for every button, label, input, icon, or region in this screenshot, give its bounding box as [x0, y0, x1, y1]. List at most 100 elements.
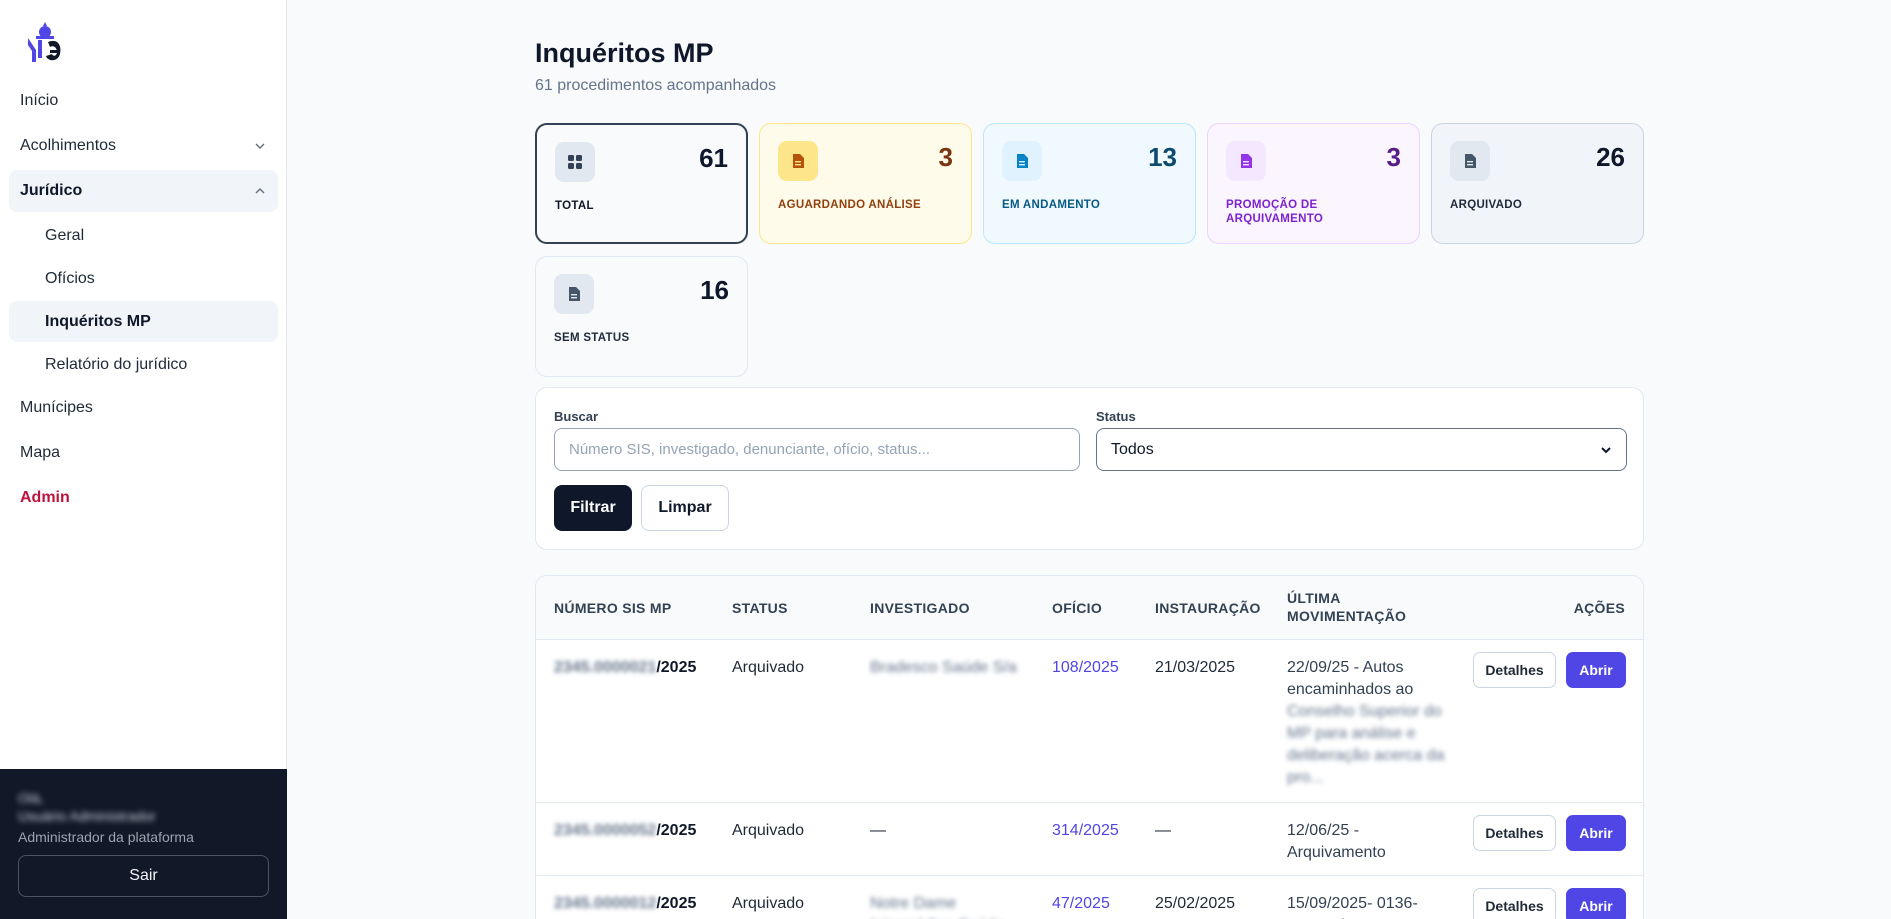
status-select[interactable]: Todos — [1096, 428, 1627, 471]
oficio-link[interactable]: 108/2025 — [1052, 657, 1119, 679]
status-cell: Arquivado — [732, 895, 805, 912]
movimentacao-text-blurred: Conselho Superior do MP para análise e d… — [1287, 703, 1445, 786]
status-cell: Arquivado — [732, 822, 805, 839]
card-label: EM ANDAMENTO — [1002, 199, 1101, 211]
instauracao-cell: 25/02/2025 — [1155, 895, 1236, 912]
sidebar-nav: Início Acolhimentos Jurídico Geral Ofíci… — [9, 80, 278, 522]
sidebar: Início Acolhimentos Jurídico Geral Ofíci… — [0, 0, 287, 919]
sidebar-item-label: Início — [20, 92, 59, 109]
sidebar-item-label: Jurídico — [20, 182, 83, 199]
sidebar-item-label: Munícipes — [20, 399, 93, 416]
sidebar-item-inicio[interactable]: Início — [9, 80, 278, 122]
card-value: 16 — [700, 275, 729, 305]
sidebar-subitem-relatorio[interactable]: Relatório do jurídico — [9, 344, 278, 385]
card-value: 3 — [938, 142, 953, 172]
open-button[interactable]: Abrir — [1566, 815, 1626, 851]
oficio-link[interactable]: 47/2025 — [1052, 893, 1110, 915]
ultima-movimentacao-cell: 12/06/25 - Arquivamento — [1287, 822, 1386, 861]
numero-prefix: 2345.0000021 — [554, 659, 657, 676]
document-icon — [1002, 141, 1042, 181]
status-label: Status — [1096, 409, 1136, 424]
sidebar-subitem-label: Geral — [45, 226, 85, 244]
document-icon — [1450, 141, 1490, 181]
sidebar-item-juridico[interactable]: Jurídico — [9, 170, 278, 212]
oficio-link[interactable]: 314/2025 — [1052, 820, 1119, 842]
card-label: ARQUIVADO — [1450, 199, 1523, 211]
user-role: Administrador da plataforma — [18, 829, 194, 845]
instauracao-cell: 21/03/2025 — [1155, 659, 1236, 676]
column-header-status: STATUS — [732, 600, 788, 616]
movimentacao-text: 22/09/25 - Autos encaminhados ao — [1287, 659, 1414, 698]
numero-sis-cell: 2345.0000021/2025 — [554, 657, 696, 679]
card-sem-status[interactable]: 16 SEM STATUS — [535, 256, 748, 377]
status-cell: Arquivado — [732, 659, 805, 676]
chevron-up-icon — [255, 187, 265, 194]
column-header-numero: NÚMERO SIS MP — [554, 600, 672, 616]
numero-suffix: /2025 — [656, 895, 697, 912]
card-value: 13 — [1148, 142, 1177, 172]
grid-icon — [555, 142, 595, 182]
logout-button[interactable]: Sair — [18, 855, 269, 897]
sidebar-subitem-geral[interactable]: Geral — [9, 215, 278, 256]
user-greeting: Olá, — [18, 790, 44, 806]
sidebar-item-acolhimentos[interactable]: Acolhimentos — [9, 125, 278, 167]
search-input[interactable] — [554, 428, 1080, 471]
investigado-cell: Notre Dame Intermédica Saúde — [870, 895, 1004, 919]
numero-prefix: 2345.0000052 — [554, 822, 657, 839]
clear-button[interactable]: Limpar — [641, 485, 729, 531]
sidebar-item-mapa[interactable]: Mapa — [9, 432, 278, 474]
card-label: PROMOÇÃO DE ARQUIVAMENTO — [1226, 199, 1324, 225]
instauracao-cell: — — [1155, 822, 1171, 839]
numero-sis-cell: 2345.0000052/2025 — [554, 820, 696, 842]
sidebar-item-municipes[interactable]: Munícipes — [9, 387, 278, 429]
search-label: Buscar — [554, 409, 599, 424]
card-value: 3 — [1386, 142, 1401, 172]
numero-suffix: /2025 — [656, 822, 697, 839]
numero-suffix: /2025 — [656, 659, 697, 676]
brand-logo-icon[interactable] — [26, 20, 64, 64]
sidebar-subitem-oficios[interactable]: Ofícios — [9, 258, 278, 299]
numero-sis-cell: 2345.0000012/2025 — [554, 893, 696, 915]
card-em-andamento[interactable]: 13 EM ANDAMENTO — [983, 123, 1196, 244]
card-arquivado[interactable]: 26 ARQUIVADO — [1431, 123, 1644, 244]
document-icon — [554, 274, 594, 314]
open-button[interactable]: Abrir — [1566, 888, 1626, 919]
card-aguardando-analise[interactable]: 3 AGUARDANDO ANÁLISE — [759, 123, 972, 244]
card-total[interactable]: 61 TOTAL — [535, 123, 748, 244]
sidebar-subitem-label: Inquéritos MP — [45, 312, 151, 330]
inqueritos-table: NÚMERO SIS MP STATUS INVESTIGADO OFÍCIO … — [535, 575, 1644, 919]
column-header-investigado: INVESTIGADO — [870, 600, 970, 616]
card-label: AGUARDANDO ANÁLISE — [778, 199, 921, 211]
details-button[interactable]: Detalhes — [1473, 815, 1556, 851]
sidebar-item-admin[interactable]: Admin — [9, 477, 278, 519]
table-row: 2345.0000012/2025 Arquivado Notre Dame I… — [536, 876, 1643, 919]
details-button[interactable]: Detalhes — [1473, 888, 1556, 919]
sidebar-subitem-inqueritos-mp[interactable]: Inquéritos MP — [9, 301, 278, 342]
table-header: NÚMERO SIS MP STATUS INVESTIGADO OFÍCIO … — [536, 576, 1643, 640]
sidebar-item-label: Admin — [20, 489, 70, 506]
page-subtitle: 61 procedimentos acompanhados — [535, 77, 777, 94]
card-value: 26 — [1596, 142, 1625, 172]
sidebar-item-label: Acolhimentos — [20, 137, 117, 154]
chevron-down-icon — [1601, 446, 1611, 453]
user-name: Usuário Administrador — [18, 808, 156, 824]
sidebar-subitem-label: Relatório do jurídico — [45, 355, 188, 373]
column-header-oficio: OFÍCIO — [1052, 600, 1103, 616]
table-row: 2345.0000052/2025 Arquivado — 314/2025 —… — [536, 803, 1643, 876]
table-row: 2345.0000021/2025 Arquivado Bradesco Saú… — [536, 640, 1643, 803]
document-icon — [778, 141, 818, 181]
investigado-cell: Bradesco Saúde S/a — [870, 659, 1017, 676]
page-title: Inquéritos MP — [535, 38, 714, 68]
filter-button[interactable]: Filtrar — [554, 485, 632, 531]
card-label: SEM STATUS — [554, 332, 630, 344]
numero-prefix: 2345.0000012 — [554, 895, 657, 912]
filter-panel: Buscar Status Todos Filtrar Limpar — [535, 387, 1644, 550]
open-button[interactable]: Abrir — [1566, 652, 1626, 688]
card-promocao-arquivamento[interactable]: 3 PROMOÇÃO DE ARQUIVAMENTO — [1207, 123, 1420, 244]
ultima-movimentacao-cell: 15/09/2025- 0136- Despacho — [1287, 895, 1418, 919]
document-icon — [1226, 141, 1266, 181]
ultima-movimentacao-cell: 22/09/25 - Autos encaminhados ao Conselh… — [1287, 657, 1447, 789]
card-value: 61 — [699, 143, 728, 173]
column-header-instauracao: INSTAURAÇÃO — [1155, 600, 1261, 616]
details-button[interactable]: Detalhes — [1473, 652, 1556, 688]
